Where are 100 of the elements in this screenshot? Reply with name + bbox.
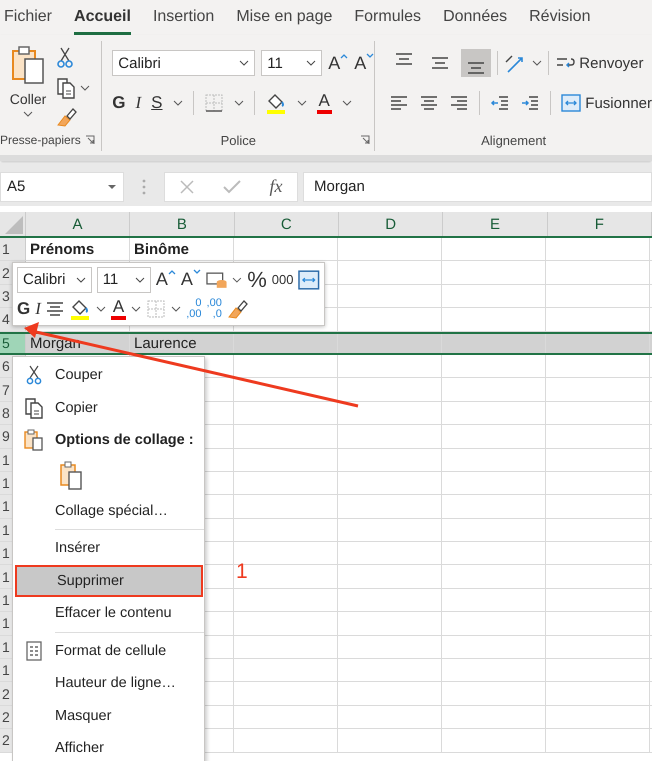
align-icon (395, 53, 414, 65)
grow-font-button[interactable]: A (328, 52, 348, 74)
decrease-indent-icon[interactable] (490, 94, 510, 112)
font-color-button[interactable]: A (316, 92, 332, 114)
paste-option-icon[interactable] (59, 460, 83, 490)
copy-icon (24, 396, 44, 419)
group-label: Alignement (481, 132, 546, 148)
up-caret-icon (168, 269, 176, 275)
caret-icon (107, 184, 117, 190)
group-label: Presse-papiers (0, 133, 81, 147)
fill-color-icon[interactable] (264, 92, 287, 114)
caret-icon[interactable] (342, 100, 352, 106)
percent-button[interactable]: % (247, 266, 267, 292)
align-icon[interactable] (389, 94, 410, 112)
bold-button[interactable]: G (17, 298, 30, 318)
font-name-dropdown[interactable]: Calibri (112, 50, 256, 76)
align-icon[interactable] (419, 94, 440, 112)
scissors-icon[interactable] (56, 47, 74, 69)
column-header[interactable]: C (234, 212, 339, 236)
annotation-label: 1 (236, 560, 248, 584)
merge-icon[interactable] (298, 270, 320, 290)
menu-item[interactable]: Format de cellule (13, 634, 204, 667)
ribbon-tab[interactable]: Formules (354, 0, 422, 35)
caret-icon[interactable] (172, 100, 183, 106)
ribbon-tab[interactable]: Insertion (152, 0, 214, 35)
copy-icon[interactable] (56, 77, 76, 99)
caret-icon[interactable] (131, 306, 142, 312)
font-size-dropdown[interactable]: 11 (261, 50, 322, 76)
caret-icon (134, 276, 145, 282)
number-format-icon[interactable] (206, 270, 228, 290)
formula-field[interactable]: Morgan (303, 172, 652, 202)
dialog-launcher-icon[interactable] (360, 135, 370, 145)
column-header[interactable]: F (548, 212, 652, 236)
caret-icon (306, 60, 316, 66)
paintbrush-icon[interactable] (226, 298, 249, 318)
drag-handle-icon[interactable] (142, 178, 146, 194)
caret-icon[interactable] (532, 60, 542, 66)
wrap-text-button[interactable]: Renvoyer (555, 53, 644, 73)
menu-item[interactable]: Collage spécial… (13, 494, 204, 527)
increase-indent-icon[interactable] (520, 94, 540, 112)
column-header[interactable]: B (130, 212, 235, 236)
menu-item[interactable]: Insérer (13, 532, 204, 564)
vertical-align-button[interactable] (461, 49, 492, 77)
caret-icon (76, 276, 86, 282)
add-decimal-button[interactable]: 0 ,00 (186, 298, 202, 320)
menu-item[interactable]: Supprimer (15, 564, 203, 597)
align-icon[interactable] (449, 94, 470, 112)
table-cell: Prénoms (30, 240, 94, 258)
format-cells-icon (26, 640, 42, 661)
ribbon-tab[interactable]: Révision (529, 0, 590, 35)
menu-item[interactable]: Masquer (13, 700, 204, 732)
caret-icon (23, 111, 33, 117)
caret-icon[interactable] (234, 100, 244, 106)
dialog-launcher-icon[interactable] (84, 135, 95, 145)
italic-button[interactable]: I (136, 93, 142, 113)
italic-button[interactable]: I (35, 298, 41, 318)
paintbrush-icon[interactable] (56, 107, 78, 127)
table-cell: Binôme (134, 240, 190, 258)
column-header[interactable]: E (443, 212, 548, 236)
insert-function-button[interactable]: fx (270, 176, 282, 197)
up-caret-icon (340, 52, 348, 58)
menu-item[interactable]: Copier (13, 392, 204, 424)
center-align-icon[interactable] (46, 300, 64, 318)
remove-decimal-button[interactable]: ,00 ,0 (206, 298, 222, 320)
caret-icon[interactable] (80, 85, 90, 91)
menu-item[interactable]: Effacer le contenu (13, 597, 204, 630)
caret-icon[interactable] (232, 276, 242, 282)
align-icon (431, 57, 450, 69)
menu-item[interactable]: Couper (13, 359, 204, 392)
font-color-button[interactable]: A (110, 298, 126, 320)
ribbon-tab[interactable]: Données (443, 0, 508, 35)
caret-icon[interactable] (96, 306, 106, 312)
group-label: Police (220, 132, 256, 148)
menu-item[interactable]: Afficher (13, 732, 204, 761)
caret-icon[interactable] (296, 100, 307, 106)
bold-button[interactable]: G (112, 93, 126, 113)
fill-color-icon[interactable] (68, 298, 91, 320)
column-header[interactable]: A (26, 212, 130, 236)
table-cell: Laurence (134, 334, 197, 352)
font-name-dropdown[interactable]: Calibri (17, 266, 92, 292)
grow-font-button[interactable]: A (156, 269, 176, 290)
underline-button[interactable]: S (151, 93, 163, 113)
shrink-font-button[interactable]: A (354, 52, 374, 74)
column-header[interactable]: D (338, 212, 444, 236)
thousands-button[interactable]: 000 (272, 272, 294, 287)
scissors-icon (26, 365, 42, 386)
checkmark-icon[interactable] (222, 180, 240, 194)
ribbon-tab[interactable]: Mise en page (236, 0, 332, 35)
caret-icon[interactable] (171, 306, 182, 312)
paste-button[interactable]: Coller (0, 45, 56, 117)
caret-icon (239, 60, 250, 66)
font-size-dropdown[interactable]: 11 (96, 266, 151, 292)
ribbon-tab[interactable]: Fichier (4, 0, 52, 35)
clipboard-icon (24, 429, 44, 452)
name-box[interactable]: A5 (0, 172, 124, 202)
merge-icon (561, 94, 582, 112)
merge-button[interactable]: Fusionner (561, 94, 652, 112)
menu-item[interactable]: Hauteur de ligne… (13, 667, 204, 700)
shrink-font-button[interactable]: A (180, 269, 201, 290)
borders-icon[interactable] (204, 93, 224, 113)
